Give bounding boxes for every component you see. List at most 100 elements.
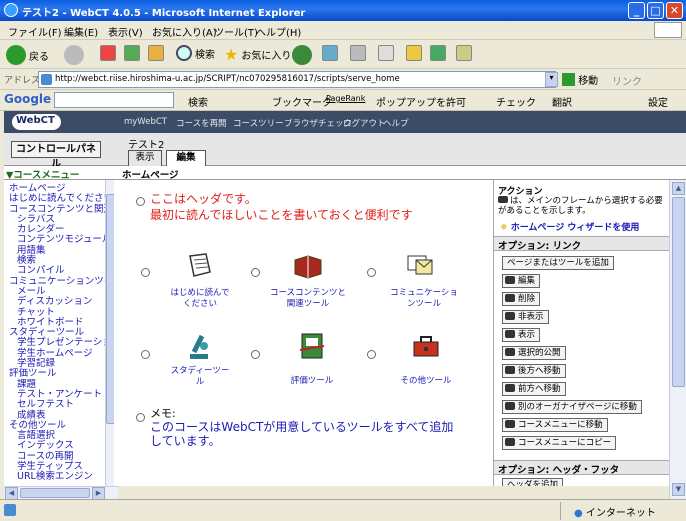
books-icon[interactable] — [292, 250, 324, 282]
search-button[interactable]: 検索 — [176, 45, 215, 61]
translate-button[interactable]: 翻訳 — [552, 94, 572, 109]
nav-mywebct[interactable]: myWebCT — [124, 117, 167, 127]
select-arrow-icon — [505, 330, 515, 338]
scroll-thumb[interactable] — [20, 488, 90, 498]
sidebar-scrollbar[interactable] — [105, 180, 115, 486]
tool-radio[interactable] — [367, 268, 376, 277]
tab-edit[interactable]: 編集 — [166, 150, 206, 166]
header-text-2: 最初に読んでほしいことを書いておくと便利です — [150, 208, 413, 222]
sidebar-hscrollbar[interactable]: ◀ ▶ — [4, 486, 118, 500]
close-button[interactable]: ✕ — [666, 2, 683, 19]
add-header-button[interactable]: ヘッダを追加 — [502, 478, 564, 486]
popup-blocker-button[interactable]: ポップアップを許可 — [376, 94, 466, 109]
windows-logo-icon — [654, 22, 682, 38]
move-to-course-menu-button[interactable]: コースメニューに移動 — [502, 418, 608, 432]
history-icon[interactable] — [292, 45, 312, 65]
tool-radio[interactable] — [251, 350, 260, 359]
messenger-icon[interactable] — [430, 45, 446, 61]
google-search-input[interactable] — [54, 92, 174, 108]
move-forward-button[interactable]: 前方へ移動 — [502, 382, 566, 396]
selective-release-button[interactable]: 選択的公開 — [502, 346, 566, 360]
letters-icon[interactable] — [404, 248, 436, 280]
toolbox-icon[interactable] — [410, 330, 442, 362]
window-title: テスト2 - WebCT 4.0.5 - Microsoft Internet … — [22, 8, 306, 19]
menu-file[interactable]: ファイル(F) — [8, 24, 62, 39]
tool-label[interactable]: コースコンテンツと 関連ツール — [263, 288, 353, 310]
memo-radio[interactable] — [136, 413, 145, 422]
move-to-organizer-button[interactable]: 別のオーガナイザページに移動 — [502, 400, 642, 414]
move-back-button[interactable]: 後方へ移動 — [502, 364, 566, 378]
edit-icon[interactable] — [378, 45, 394, 61]
refresh-icon[interactable] — [124, 45, 140, 61]
control-panel-button[interactable]: コントロールパネル — [11, 141, 101, 170]
microscope-icon[interactable] — [182, 330, 214, 362]
tool-label[interactable]: スタディーツール — [155, 366, 245, 388]
maximize-button[interactable]: □ — [647, 2, 664, 19]
nav-resume-course[interactable]: コースを再開 — [176, 117, 227, 129]
homepage-content: ここはヘッダです。 最初に読んでほしいことを書いておくと便利です はじめに読んで… — [114, 180, 493, 486]
go-arrow-icon — [562, 73, 575, 86]
back-button[interactable]: 戻る — [6, 45, 49, 65]
spellcheck-button[interactable]: チェック — [496, 94, 536, 109]
go-button[interactable]: 移動 — [562, 72, 598, 87]
nav-help[interactable]: ヘルプ — [383, 117, 409, 129]
menu-view[interactable]: 表示(V) — [108, 24, 143, 39]
forward-button[interactable] — [64, 45, 84, 65]
tool-label[interactable]: コミュニケーショ ンツール — [379, 288, 469, 310]
menu-item[interactable]: セルフテスト — [4, 399, 105, 410]
menu-edit[interactable]: 編集(E) — [64, 24, 98, 39]
edit-button[interactable]: 編集 — [502, 274, 541, 288]
memo-text-2: しています。 — [150, 434, 221, 448]
delete-button[interactable]: 削除 — [502, 292, 541, 306]
google-search-button[interactable]: 検索 — [188, 94, 208, 109]
settings-button[interactable]: 設定 — [648, 94, 668, 109]
homepage-title-bar: ホームページ — [114, 166, 686, 181]
tool-radio[interactable] — [251, 268, 260, 277]
tool-label[interactable]: 評価ツール — [267, 376, 357, 387]
research-icon[interactable] — [456, 45, 472, 61]
select-arrow-icon — [505, 366, 515, 374]
menu-item[interactable]: URL検索エンジン — [4, 472, 105, 483]
tool-radio[interactable] — [141, 350, 150, 359]
menu-bar: ファイル(F) 編集(E) 表示(V) お気に入り(A) ツール(T) ヘルプ(… — [0, 21, 686, 40]
options-header-footer-header: オプション: ヘッダ・フッタ — [494, 460, 669, 476]
tool-label[interactable]: その他ツール — [381, 376, 471, 387]
links-button[interactable]: リンク — [612, 73, 642, 88]
add-page-or-tool-button[interactable]: ページまたはツールを追加 — [502, 256, 614, 270]
scroll-thumb[interactable] — [672, 197, 685, 387]
nav-browser-check[interactable]: ブラウザチェック — [284, 117, 352, 129]
scroll-down-arrow[interactable]: ▼ — [672, 483, 685, 496]
nav-course-tree[interactable]: コースツリー — [233, 117, 284, 129]
mail-icon[interactable] — [322, 45, 338, 61]
folder-icon[interactable] — [406, 45, 422, 61]
homepage-wizard-link[interactable]: ✵ ホームページ ウィザードを使用 — [500, 220, 639, 233]
nav-logout[interactable]: ログアウト — [343, 117, 386, 129]
window-titlebar[interactable]: テスト2 - WebCT 4.0.5 - Microsoft Internet … — [0, 0, 686, 21]
menu-help[interactable]: ヘルプ(H) — [256, 24, 301, 39]
menu-tools[interactable]: ツール(T) — [214, 24, 258, 39]
tool-radio[interactable] — [367, 350, 376, 359]
bookmark-button[interactable]: ブックマーク — [272, 94, 332, 109]
notebook-icon[interactable] — [296, 330, 328, 362]
minimize-button[interactable]: _ — [628, 2, 645, 19]
scroll-up-arrow[interactable]: ▲ — [672, 182, 685, 195]
copy-to-course-menu-button[interactable]: コースメニューにコピー — [502, 436, 617, 450]
hide-button[interactable]: 非表示 — [502, 310, 549, 324]
menu-favorites[interactable]: お気に入り(A) — [152, 24, 217, 39]
address-dropdown[interactable]: ▾ — [545, 72, 558, 87]
actions-scrollbar[interactable]: ▲ ▼ — [669, 180, 686, 499]
tab-view[interactable]: 表示 — [128, 150, 162, 166]
document-icon[interactable] — [184, 250, 216, 282]
header-radio[interactable] — [136, 197, 145, 206]
address-input[interactable]: http://webct.riise.hiroshima-u.ac.jp/SCR… — [38, 71, 556, 88]
favorites-button[interactable]: ★ お気に入り — [224, 45, 291, 64]
magnifier-icon — [176, 45, 192, 61]
print-icon[interactable] — [350, 45, 366, 61]
tool-radio[interactable] — [141, 268, 150, 277]
show-button[interactable]: 表示 — [502, 328, 541, 342]
tool-label[interactable]: はじめに読んで ください — [155, 288, 245, 310]
home-icon[interactable] — [148, 45, 164, 61]
browser-toolbar: 戻る 検索 ★ お気に入り — [0, 40, 686, 69]
course-menu-title[interactable]: ▼コースメニュー — [4, 166, 114, 181]
stop-icon[interactable] — [100, 45, 116, 61]
